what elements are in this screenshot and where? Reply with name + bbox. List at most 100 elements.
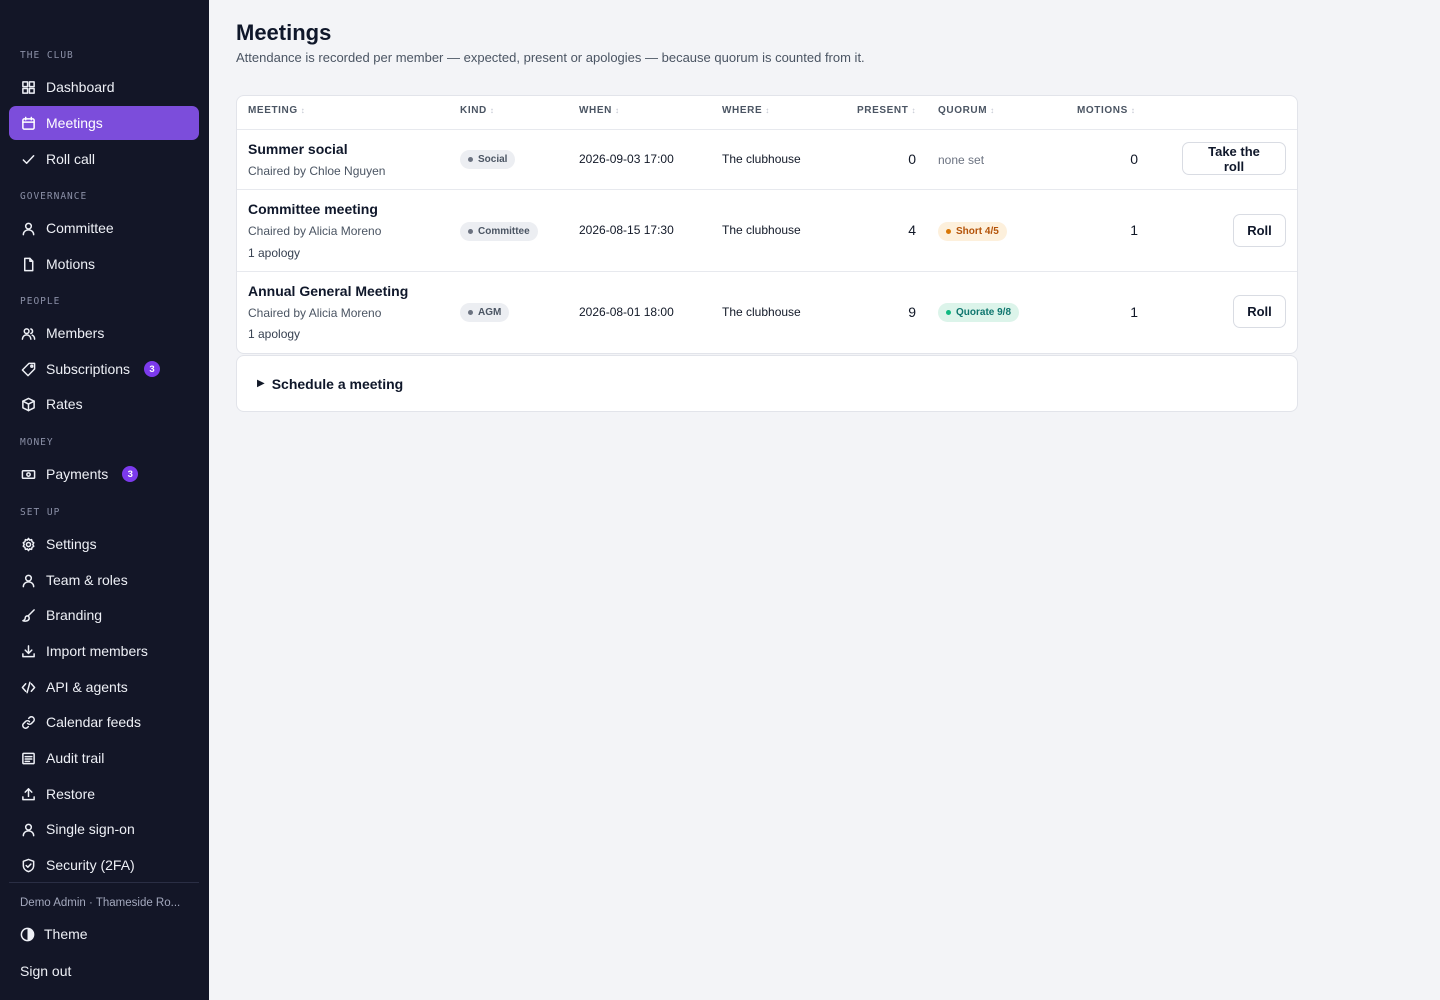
payments-count-badge: 3	[122, 466, 139, 482]
sidebar-item-api-agents[interactable]: API & agents	[9, 670, 199, 704]
code-icon	[20, 679, 36, 695]
schedule-meeting-label: Schedule a meeting	[271, 375, 404, 392]
theme-label: Theme	[44, 926, 88, 942]
meeting-when: 2026-08-01 18:00	[579, 305, 674, 319]
kind-label: Social	[478, 154, 508, 165]
header-label: KIND	[460, 105, 487, 116]
roll-button[interactable]: Roll	[1233, 214, 1286, 247]
roll-button[interactable]: Roll	[1233, 295, 1286, 328]
schedule-meeting-disclosure[interactable]: ▶ Schedule a meeting	[236, 355, 1298, 412]
sidebar-item-label: Meetings	[46, 115, 103, 131]
sidebar-item-restore[interactable]: Restore	[9, 777, 199, 811]
sidebar-item-import-members[interactable]: Import members	[9, 634, 199, 668]
sidebar-item-dashboard[interactable]: Dashboard	[9, 70, 199, 104]
sidebar-item-label: Security (2FA)	[46, 857, 135, 873]
meeting-title[interactable]: Committee meeting	[248, 201, 378, 217]
sidebar-item-team-roles[interactable]: Team & roles	[9, 563, 199, 597]
list-icon	[20, 750, 36, 766]
column-header-meeting[interactable]: MEETING ↕	[248, 105, 305, 116]
sidebar-item-label: API & agents	[46, 679, 128, 695]
sidebar-item-label: Payments	[46, 466, 109, 482]
dot-icon	[468, 310, 473, 315]
motions-count: 1	[1130, 222, 1138, 238]
sidebar-item-label: Subscriptions	[46, 361, 131, 377]
row-divider	[237, 189, 1297, 190]
sidebar-item-label: Rates	[46, 396, 83, 412]
half-circle-icon	[20, 927, 35, 942]
sidebar-item-label: Roll call	[46, 151, 96, 167]
column-header-quorum[interactable]: QUORUM ↕	[938, 105, 995, 116]
header-label: MOTIONS	[1077, 105, 1128, 116]
subscriptions-count-badge: 3	[144, 361, 161, 377]
quorum-status: none set	[938, 153, 985, 167]
meeting-title[interactable]: Annual General Meeting	[248, 283, 408, 299]
upload-icon	[20, 786, 36, 802]
meeting-title[interactable]: Summer social	[248, 141, 348, 157]
meeting-apologies: 1 apology	[248, 327, 301, 341]
dot-icon	[468, 229, 473, 234]
column-header-kind[interactable]: KIND ↕	[460, 105, 494, 116]
sidebar-item-single-sign-on[interactable]: Single sign-on	[9, 812, 199, 846]
column-header-present[interactable]: PRESENT ↕	[857, 105, 916, 116]
sidebar-item-label: Dashboard	[46, 79, 115, 95]
column-header-when[interactable]: WHEN ↕	[579, 105, 620, 116]
dot-icon	[946, 229, 951, 234]
meeting-apologies: 1 apology	[248, 246, 301, 260]
header-label: WHERE	[722, 105, 763, 116]
sidebar-item-meetings[interactable]: Meetings	[9, 106, 199, 140]
banknote-icon	[20, 466, 36, 482]
sidebar-item-label: Motions	[46, 256, 96, 272]
sidebar-item-security[interactable]: Security (2FA)	[9, 848, 199, 882]
check-icon	[20, 151, 36, 167]
sidebar-item-label: Branding	[46, 607, 103, 623]
sort-icon: ↕	[911, 106, 917, 115]
sidebar-item-motions[interactable]: Motions	[9, 247, 199, 281]
column-header-motions[interactable]: MOTIONS ↕	[1077, 105, 1135, 116]
meeting-chair: Chaired by Alicia Moreno	[248, 224, 382, 238]
sidebar-item-label: Members	[46, 325, 105, 341]
header-label: QUORUM	[938, 105, 988, 116]
gear-icon	[20, 536, 36, 552]
sidebar-item-members[interactable]: Members	[9, 316, 199, 350]
take-the-roll-button[interactable]: Take the roll	[1182, 142, 1286, 175]
sidebar: THE CLUB Dashboard Meetings Roll call GO…	[0, 0, 209, 1000]
motions-count: 0	[1130, 151, 1138, 167]
sidebar-item-label: Audit trail	[46, 750, 105, 766]
users-icon	[20, 325, 36, 341]
sidebar-item-label: Restore	[46, 786, 96, 802]
sidebar-item-label: Committee	[46, 220, 114, 236]
section-label-people: PEOPLE	[20, 296, 61, 307]
sidebar-item-audit-trail[interactable]: Audit trail	[9, 741, 199, 775]
user-icon	[20, 572, 36, 588]
current-user: Demo Admin · Thameside Ro...	[20, 897, 181, 909]
tag-icon	[20, 361, 36, 377]
sort-icon: ↕	[614, 106, 620, 115]
download-icon	[20, 643, 36, 659]
sidebar-item-branding[interactable]: Branding	[9, 598, 199, 632]
meeting-where: The clubhouse	[722, 305, 801, 319]
present-count: 4	[908, 222, 916, 238]
sidebar-item-committee[interactable]: Committee	[9, 211, 199, 245]
sidebar-item-rates[interactable]: Rates	[9, 387, 199, 421]
sort-icon: ↕	[489, 106, 495, 115]
sort-icon: ↕	[300, 106, 306, 115]
kind-label: Committee	[478, 226, 530, 237]
sidebar-item-subscriptions[interactable]: Subscriptions 3	[9, 352, 199, 386]
column-header-where[interactable]: WHERE ↕	[722, 105, 770, 116]
section-label-setup: SET UP	[20, 507, 61, 518]
theme-toggle[interactable]: Theme	[20, 926, 88, 942]
page-subtitle: Attendance is recorded per member — expe…	[236, 50, 865, 65]
sidebar-item-calendar-feeds[interactable]: Calendar feeds	[9, 705, 199, 739]
calendar-icon	[20, 115, 36, 131]
row-divider	[237, 129, 1297, 130]
meeting-when: 2026-08-15 17:30	[579, 223, 674, 237]
meeting-where: The clubhouse	[722, 223, 801, 237]
sort-icon: ↕	[990, 106, 995, 115]
sidebar-divider	[9, 882, 199, 883]
sign-out-link[interactable]: Sign out	[20, 963, 71, 979]
sidebar-item-label: Single sign-on	[46, 821, 135, 837]
sidebar-item-roll-call[interactable]: Roll call	[9, 142, 199, 176]
sidebar-item-label: Calendar feeds	[46, 714, 141, 730]
sidebar-item-settings[interactable]: Settings	[9, 527, 199, 561]
sidebar-item-payments[interactable]: Payments 3	[9, 457, 199, 491]
